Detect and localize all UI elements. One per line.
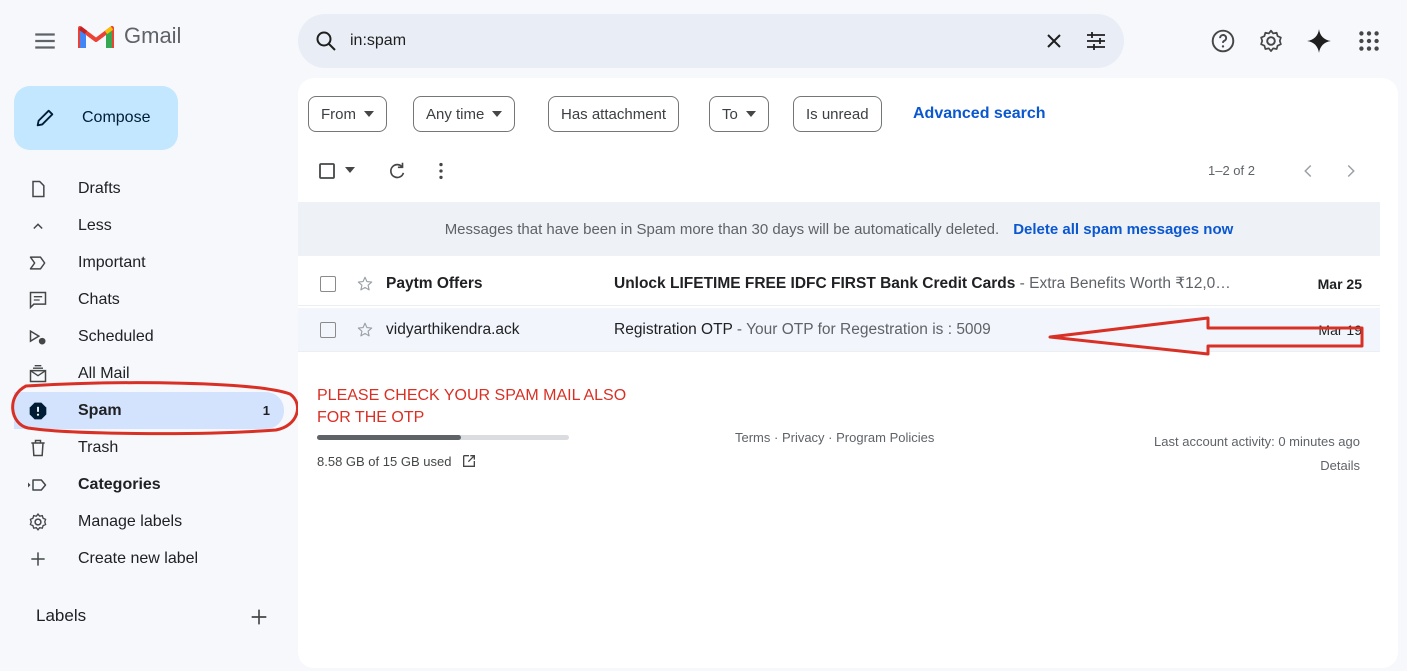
sidebar-item-label: Chats [78,290,120,308]
close-icon[interactable] [1042,29,1066,53]
sidebar-nav: Drafts Less Important Chats Scheduled Al… [14,170,284,577]
menu-icon [35,33,55,49]
sidebar-item-label: Scheduled [78,327,154,345]
search-icon[interactable] [314,29,338,53]
sidebar-item-label: Important [78,253,146,271]
sidebar-item-label: Trash [78,438,119,456]
main-menu-button[interactable] [32,28,58,54]
select-dropdown-icon[interactable] [345,166,355,174]
search-bar[interactable] [298,14,1124,68]
email-subject: Unlock LIFETIME FREE IDFC FIRST Bank Cre… [614,275,1016,292]
email-date: Mar 25 [1317,275,1362,292]
annotation-line-1: PLEASE CHECK YOUR SPAM MAIL ALSO [317,387,627,404]
advanced-search-link[interactable]: Advanced search [913,105,1046,123]
sidebar-item-label: Manage labels [78,512,183,530]
search-options-icon[interactable] [1084,29,1108,53]
email-subject-line: Unlock LIFETIME FREE IDFC FIRST Bank Cre… [614,274,1231,293]
storage-bar-fill [317,435,462,440]
filter-label: To [722,105,738,123]
caret-down-icon [492,111,503,117]
sidebar-item-scheduled[interactable]: Scheduled [14,318,284,355]
storage-info: 8.58 GB of 15 GB used [317,453,477,469]
sidebar-item-label: Categories [78,475,161,493]
annotation-circle [11,381,300,436]
star-icon[interactable] [356,275,374,293]
sidebar-item-label: Drafts [78,179,121,197]
chevron-right-icon[interactable] [1340,160,1362,182]
sidebar-item-categories[interactable]: Categories [14,466,284,503]
chat-icon [29,291,47,309]
add-label-icon[interactable] [248,606,270,628]
storage-text: 8.58 GB of 15 GB used [317,453,452,469]
gmail-m-icon [78,26,114,48]
email-snippet: - Your OTP for Regestration is : 5009 [732,320,991,338]
sidebar-item-create-label[interactable]: Create new label [14,540,284,577]
help-icon[interactable] [1210,28,1236,54]
compose-label: Compose [82,109,151,126]
sparkle-icon[interactable] [1306,28,1332,54]
spam-info-banner: Messages that have been in Spam more tha… [298,202,1380,256]
email-subject-line: Registration OTP - Your OTP for Regestra… [614,321,991,339]
trash-icon [31,439,45,456]
email-sender: Paytm Offers [386,274,483,292]
scheduled-icon [29,329,46,344]
annotation-arrow [1048,316,1364,356]
annotation-line-2: FOR THE OTP [317,409,425,426]
banner-text: Messages that have been in Spam more tha… [444,220,1000,238]
sidebar-item-drafts[interactable]: Drafts [14,170,284,207]
activity-text: Last account activity: 0 minutes ago [1154,434,1360,449]
account-activity: Last account activity: 0 minutes ago Det… [1154,430,1360,478]
footer-links[interactable]: Terms · Privacy · Program Policies [735,430,934,445]
apps-grid-icon[interactable] [1356,28,1382,54]
filter-has-attachment-chip[interactable]: Has attachment [548,96,680,132]
open-external-icon[interactable] [461,453,477,469]
labels-heading: Labels [36,606,87,625]
sidebar-item-label: Less [78,216,112,234]
important-icon [29,255,46,270]
email-row[interactable]: Paytm Offers Unlock LIFETIME FREE IDFC F… [298,262,1380,306]
caret-down-icon [364,111,374,117]
sidebar-item-less[interactable]: Less [14,207,284,244]
pagination-text: 1–2 of 2 [1208,163,1255,178]
sidebar-item-manage-labels[interactable]: Manage labels [14,503,284,540]
settings-icon[interactable] [1258,28,1284,54]
search-input[interactable] [350,32,1024,50]
email-snippet: - Extra Benefits Worth ₹12,0… [1015,275,1231,292]
email-subject: Registration OTP [614,320,733,338]
filter-is-unread-chip[interactable]: Is unread [793,96,882,132]
annotation-note: PLEASE CHECK YOUR SPAM MAIL ALSO FOR THE… [317,385,626,429]
filter-any-time-chip[interactable]: Any time [413,96,516,132]
refresh-icon[interactable] [386,160,408,182]
row-checkbox[interactable] [320,321,336,338]
label-icon [28,478,47,491]
plus-icon [31,551,45,566]
filter-label: Any time [426,105,485,123]
filter-label: Has attachment [561,105,667,123]
sidebar-item-important[interactable]: Important [14,244,284,281]
select-all-checkbox[interactable] [318,160,340,182]
pencil-icon [36,109,54,127]
storage-bar [317,435,569,440]
filter-to-chip[interactable]: To [709,96,769,132]
more-vert-icon[interactable] [430,160,452,182]
gear-icon [29,512,47,531]
caret-down-icon [745,111,756,117]
filter-from-chip[interactable]: From [308,96,387,132]
sidebar-item-label: Create new label [78,549,199,567]
row-checkbox[interactable] [320,275,336,292]
draft-icon [32,180,45,197]
compose-button[interactable]: Compose [14,86,178,150]
filter-label: From [321,105,356,123]
details-link[interactable]: Details [1154,454,1360,478]
app-name: Gmail [124,23,182,48]
email-sender: vidyarthikendra.ack [386,320,520,338]
filter-label: Is unread [806,105,869,123]
chevron-up-icon [33,222,43,229]
chevron-left-icon[interactable] [1297,160,1319,182]
sidebar-item-chats[interactable]: Chats [14,281,284,318]
gmail-logo[interactable]: Gmail [78,22,181,50]
delete-all-spam-link[interactable]: Delete all spam messages now [1013,221,1233,238]
star-icon[interactable] [356,321,374,339]
